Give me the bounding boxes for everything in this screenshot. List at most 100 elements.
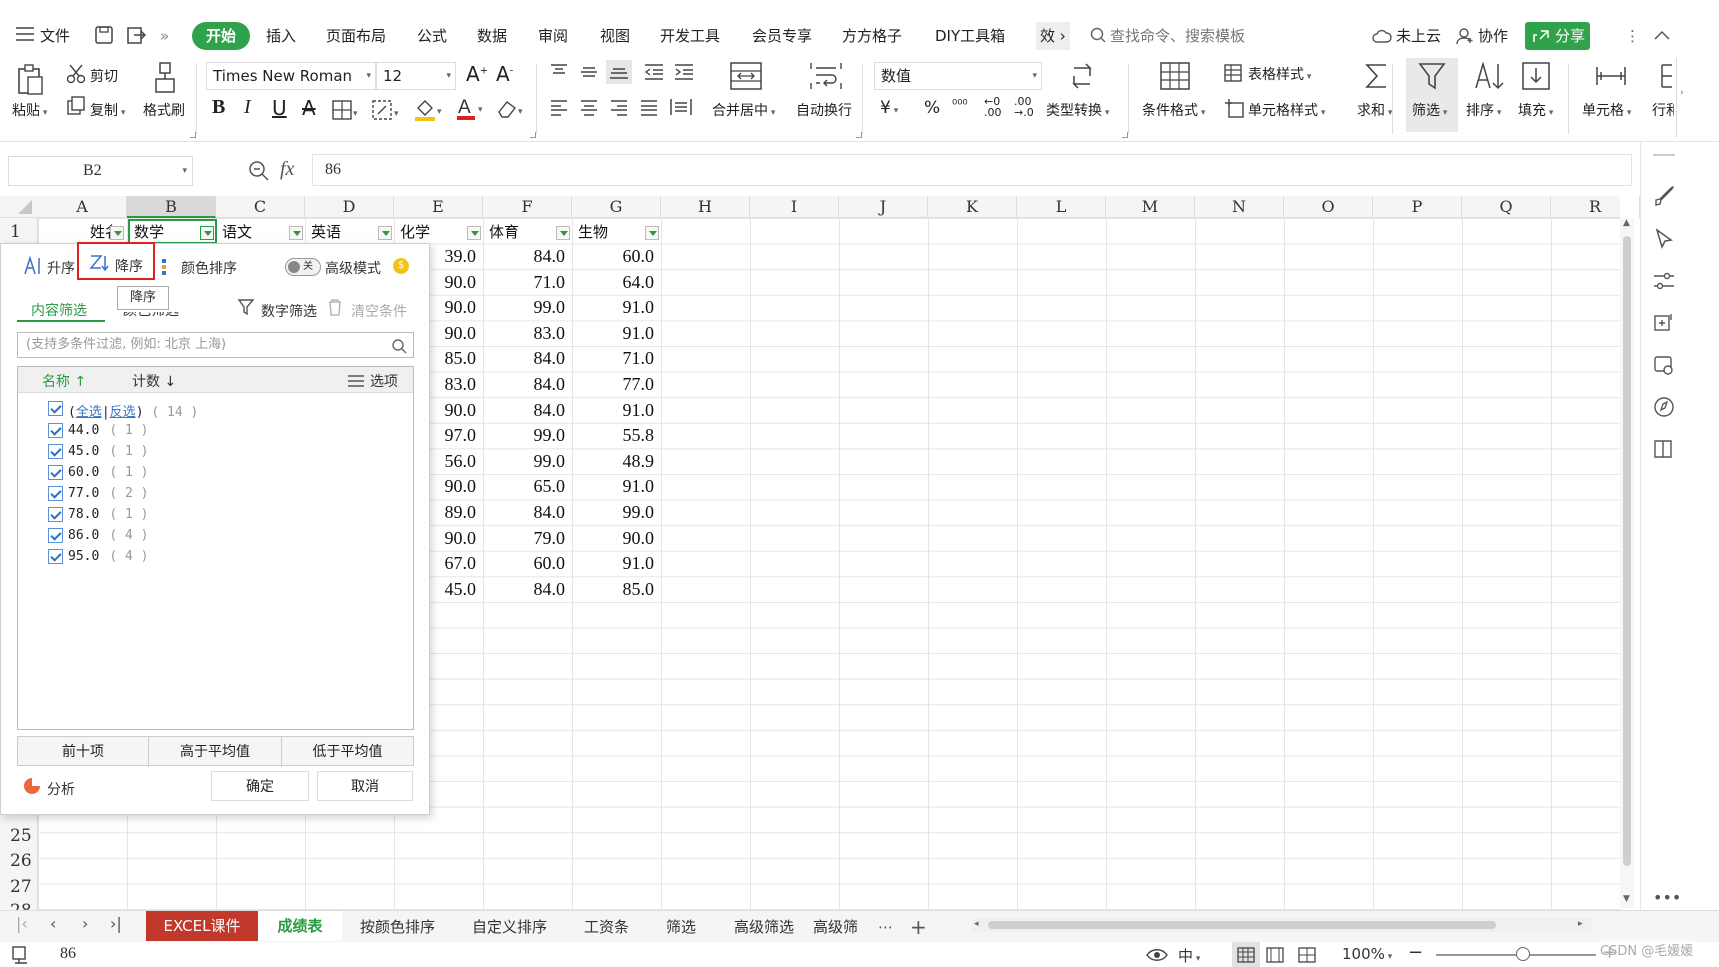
cell-biology[interactable]: 91.0 bbox=[573, 295, 662, 320]
currency-icon[interactable]: ¥ ▾ bbox=[880, 98, 898, 118]
cell-pe[interactable]: 60.0 bbox=[484, 551, 573, 576]
select-all-corner-icon[interactable] bbox=[18, 200, 32, 214]
tab-diy[interactable]: DIY工具箱 bbox=[935, 22, 1005, 50]
more-quick-icon[interactable]: » bbox=[160, 22, 169, 50]
decrease-font-icon[interactable]: A- bbox=[496, 62, 513, 86]
filter-item-checkbox[interactable] bbox=[48, 549, 63, 564]
align-launcher-icon[interactable] bbox=[856, 132, 862, 138]
rocket-icon[interactable] bbox=[1653, 186, 1675, 208]
column-header-l[interactable]: L bbox=[1017, 196, 1106, 218]
increase-font-icon[interactable]: A+ bbox=[466, 62, 488, 86]
sort-ascending-button[interactable]: 升序 bbox=[47, 258, 75, 278]
table-style-button[interactable]: 表格样式 ▾ bbox=[1248, 64, 1311, 84]
sheet-tab-custom-sort[interactable]: 自定义排序 bbox=[472, 913, 547, 941]
align-top-icon[interactable] bbox=[550, 64, 568, 80]
hamburger-menu-icon[interactable] bbox=[16, 27, 34, 41]
column-header-m[interactable]: M bbox=[1106, 196, 1195, 218]
cell-pe[interactable]: 84.0 bbox=[484, 346, 573, 371]
filter-button[interactable]: 筛选 ▾ bbox=[1406, 58, 1458, 132]
sort-button[interactable]: 排序 ▾ bbox=[1466, 100, 1501, 120]
name-box[interactable]: B2 ▾ bbox=[8, 156, 193, 186]
cloud-status[interactable]: 未上云 bbox=[1396, 22, 1441, 50]
underline-icon[interactable]: U bbox=[272, 96, 287, 120]
sheet-tab-color-sort[interactable]: 按颜色排序 bbox=[360, 913, 435, 941]
prev-sheet-icon[interactable]: ‹ bbox=[50, 914, 56, 933]
next-sheet-icon[interactable]: › bbox=[82, 914, 88, 933]
font-size-select[interactable]: 12 ▾ bbox=[376, 62, 456, 90]
cell-biology[interactable]: 90.0 bbox=[573, 526, 662, 551]
cell-pe[interactable]: 99.0 bbox=[484, 449, 573, 474]
select-all-checkbox[interactable] bbox=[48, 401, 63, 416]
format-painter-button[interactable]: 格式刷 bbox=[143, 100, 185, 120]
sum-icon[interactable] bbox=[1364, 62, 1390, 90]
cell-biology[interactable]: 55.8 bbox=[573, 423, 662, 448]
header-cell-math[interactable]: 数学 bbox=[130, 220, 200, 244]
horizontal-scroll-thumb[interactable] bbox=[988, 921, 1496, 929]
sort-by-count-button[interactable]: 计数 ↓ bbox=[132, 371, 176, 391]
number-filter-button[interactable]: 数字筛选 bbox=[261, 301, 317, 321]
column-header-c[interactable]: C bbox=[216, 196, 305, 218]
book-icon[interactable] bbox=[1653, 438, 1675, 460]
above-average-button[interactable]: 高于平均值 bbox=[149, 737, 282, 767]
column-header-r[interactable]: R bbox=[1551, 196, 1640, 218]
justify-icon[interactable] bbox=[640, 100, 658, 116]
clear-format-icon[interactable]: ▾ bbox=[496, 98, 526, 120]
cell-biology[interactable]: 71.0 bbox=[573, 346, 662, 371]
tab-home[interactable]: 开始 bbox=[192, 22, 251, 50]
header-cell-chinese[interactable]: 语文 bbox=[218, 220, 288, 244]
cell-biology[interactable]: 48.9 bbox=[573, 449, 662, 474]
filter-dropdown-e-icon[interactable] bbox=[467, 226, 481, 240]
scroll-up-icon[interactable]: ▲ bbox=[1623, 218, 1630, 228]
merge-center-button[interactable]: 合并居中 ▾ bbox=[712, 100, 775, 120]
cell-style-button[interactable]: 单元格样式 ▾ bbox=[1248, 100, 1325, 120]
number-launcher-icon[interactable] bbox=[1122, 132, 1128, 138]
column-header-e[interactable]: E bbox=[394, 196, 483, 218]
header-cell-pe[interactable]: 体育 bbox=[485, 220, 555, 244]
column-header-a[interactable]: A bbox=[38, 196, 127, 218]
vertical-scrollbar[interactable]: ▲ ▼ bbox=[1620, 218, 1634, 908]
align-middle-icon[interactable] bbox=[580, 64, 598, 80]
ribbon-scroll-right[interactable]: › bbox=[1676, 58, 1690, 138]
align-right-icon[interactable] bbox=[610, 100, 628, 116]
italic-icon[interactable]: I bbox=[244, 96, 251, 119]
first-sheet-icon[interactable]: |‹ bbox=[16, 914, 28, 933]
column-header-k[interactable]: K bbox=[928, 196, 1017, 218]
strikethrough-icon[interactable]: A bbox=[302, 96, 316, 120]
sheet-tab-filter[interactable]: 筛选 bbox=[666, 913, 696, 941]
scroll-left-icon[interactable]: ◂ bbox=[974, 919, 979, 929]
image-tool-icon[interactable] bbox=[1653, 354, 1675, 376]
macro-record-icon[interactable] bbox=[12, 946, 32, 964]
filter-dropdown-a-icon[interactable] bbox=[110, 226, 124, 240]
filter-item-label[interactable]: 60.0 ( 1 ) bbox=[68, 465, 148, 480]
command-search[interactable]: 查找命令、搜索模板 bbox=[1110, 22, 1245, 50]
conditional-format-icon[interactable] bbox=[1160, 62, 1190, 90]
copy-button[interactable]: 复制 ▾ bbox=[90, 100, 125, 120]
sort-by-name-button[interactable]: 名称 ↑ bbox=[42, 371, 86, 391]
cell-biology[interactable]: 91.0 bbox=[573, 551, 662, 576]
conditional-format-button[interactable]: 条件格式 ▾ bbox=[1142, 100, 1205, 120]
header-cell-chemistry[interactable]: 化学 bbox=[396, 220, 466, 244]
cell-pe[interactable]: 84.0 bbox=[484, 372, 573, 397]
row-header-26[interactable]: 26 bbox=[0, 851, 38, 871]
zoom-slider-thumb[interactable] bbox=[1516, 947, 1530, 961]
bold-icon[interactable]: B bbox=[212, 96, 225, 119]
filter-item-checkbox[interactable] bbox=[48, 528, 63, 543]
cell-biology[interactable]: 91.0 bbox=[573, 398, 662, 423]
cell-pe[interactable]: 84.0 bbox=[484, 577, 573, 602]
filter-dropdown-d-icon[interactable] bbox=[378, 226, 392, 240]
column-header-d[interactable]: D bbox=[305, 196, 394, 218]
tab-formula[interactable]: 公式 bbox=[417, 22, 447, 50]
font-name-select[interactable]: Times New Roman ▾ bbox=[206, 62, 376, 90]
filter-item-label[interactable]: 45.0 ( 1 ) bbox=[68, 444, 148, 459]
filter-item-checkbox[interactable] bbox=[48, 486, 63, 501]
cell-pe[interactable]: 83.0 bbox=[484, 321, 573, 346]
cell-biology[interactable]: 99.0 bbox=[573, 500, 662, 525]
cell-button[interactable]: 单元格 ▾ bbox=[1582, 100, 1631, 120]
vertical-scroll-thumb[interactable] bbox=[1623, 236, 1631, 866]
cell-biology[interactable]: 91.0 bbox=[573, 321, 662, 346]
horizontal-scrollbar[interactable]: ◂ ▸ bbox=[972, 918, 1592, 932]
cell-biology[interactable]: 77.0 bbox=[573, 372, 662, 397]
zoom-out-icon[interactable]: − bbox=[1408, 942, 1423, 963]
column-header-f[interactable]: F bbox=[483, 196, 572, 218]
tab-review[interactable]: 审阅 bbox=[538, 22, 568, 50]
